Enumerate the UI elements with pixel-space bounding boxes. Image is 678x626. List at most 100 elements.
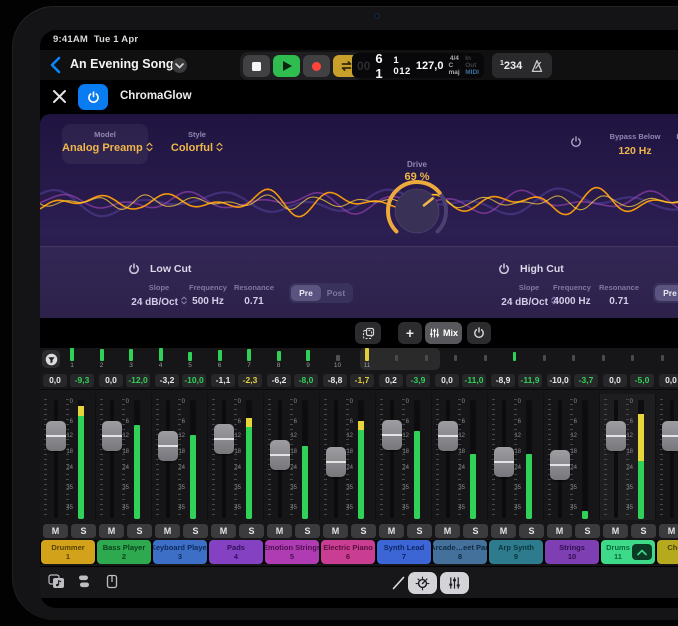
fader-value[interactable]: 0,0 bbox=[659, 374, 678, 387]
high-cut-pre-button[interactable]: Pre bbox=[655, 285, 678, 301]
pencil-icon[interactable] bbox=[390, 575, 406, 591]
fader-value[interactable]: -1,1 bbox=[211, 374, 235, 387]
fader-handle[interactable] bbox=[382, 420, 402, 450]
solo-button[interactable]: S bbox=[351, 524, 376, 538]
track-tab[interactable]: Keyboard Player3 bbox=[153, 540, 207, 564]
mute-button[interactable]: M bbox=[491, 524, 516, 538]
peak-value[interactable]: -9,3 bbox=[70, 374, 94, 387]
fader-value[interactable]: 0,0 bbox=[43, 374, 67, 387]
solo-button[interactable]: S bbox=[295, 524, 320, 538]
high-cut-frequency[interactable]: Frequency 4000 Hz bbox=[546, 283, 598, 307]
collapse-stack-button[interactable] bbox=[632, 544, 652, 560]
solo-button[interactable]: S bbox=[575, 524, 600, 538]
track-tab[interactable]: Strings10 bbox=[545, 540, 599, 564]
mute-button[interactable]: M bbox=[43, 524, 68, 538]
peak-value[interactable]: -3,7 bbox=[574, 374, 598, 387]
faders-view-button[interactable] bbox=[440, 572, 469, 594]
fader-handle[interactable] bbox=[214, 424, 234, 454]
stop-button[interactable] bbox=[243, 55, 270, 77]
mute-button[interactable]: M bbox=[379, 524, 404, 538]
level-control[interactable]: Level 0.0 bbox=[656, 132, 678, 157]
mute-button[interactable]: M bbox=[99, 524, 124, 538]
close-icon[interactable] bbox=[52, 89, 67, 104]
keyboard-button[interactable] bbox=[106, 574, 118, 594]
mute-button[interactable]: M bbox=[435, 524, 460, 538]
lcd-display[interactable]: 00 6 1 1 012 127,0 4/4 C maj In Out MIDI bbox=[352, 53, 484, 78]
record-button[interactable] bbox=[303, 55, 330, 77]
peak-value[interactable]: -11,9 bbox=[518, 374, 542, 387]
peak-value[interactable]: -11,0 bbox=[462, 374, 486, 387]
fader-handle[interactable] bbox=[606, 421, 626, 451]
fader-handle[interactable] bbox=[438, 421, 458, 451]
low-cut-pre-button[interactable]: Pre bbox=[291, 285, 321, 301]
mixer-power-button[interactable] bbox=[467, 322, 491, 344]
bypass-power-icon[interactable] bbox=[570, 136, 582, 148]
track-tab[interactable]: Bass Player2 bbox=[97, 540, 151, 564]
track-overview-strip[interactable]: 1234567891011 bbox=[40, 348, 678, 371]
browser-button[interactable] bbox=[48, 574, 65, 594]
track-tab[interactable]: Pads4 bbox=[209, 540, 263, 564]
solo-button[interactable]: S bbox=[127, 524, 152, 538]
filter-button[interactable] bbox=[42, 350, 60, 368]
track-tab[interactable]: Drummer1 bbox=[41, 540, 95, 564]
fader-value[interactable]: 0,0 bbox=[603, 374, 627, 387]
solo-button[interactable]: S bbox=[407, 524, 432, 538]
fader-value[interactable]: -6,2 bbox=[267, 374, 291, 387]
add-button[interactable]: + bbox=[398, 322, 422, 344]
fader-value[interactable]: -8,8 bbox=[323, 374, 347, 387]
low-cut-resonance[interactable]: Resonance 0.71 bbox=[228, 283, 280, 307]
mute-button[interactable]: M bbox=[547, 524, 572, 538]
peak-value[interactable]: -3,9 bbox=[406, 374, 430, 387]
track-tab[interactable]: Drums11 bbox=[601, 540, 655, 564]
fader-value[interactable]: 0,0 bbox=[435, 374, 459, 387]
fader-handle[interactable] bbox=[158, 431, 178, 461]
fader-handle[interactable] bbox=[550, 450, 570, 480]
track-tab[interactable]: Arcade…eet Pad8 bbox=[433, 540, 487, 564]
mute-button[interactable]: M bbox=[211, 524, 236, 538]
fader-handle[interactable] bbox=[46, 421, 66, 451]
style-select[interactable]: Style Colorful bbox=[162, 124, 232, 154]
fader-value[interactable]: 0,0 bbox=[99, 374, 123, 387]
fader-value[interactable]: -3,2 bbox=[155, 374, 179, 387]
low-cut-post-button[interactable]: Post bbox=[321, 285, 351, 301]
plugin-power-button[interactable] bbox=[78, 84, 108, 110]
solo-button[interactable]: S bbox=[71, 524, 96, 538]
song-title[interactable]: An Evening Song bbox=[70, 57, 173, 71]
track-tab[interactable]: Chorus V12 bbox=[657, 540, 678, 564]
mute-button[interactable]: M bbox=[267, 524, 292, 538]
model-select[interactable]: Model Analog Preamp bbox=[62, 124, 148, 164]
peak-value[interactable]: -8,0 bbox=[294, 374, 318, 387]
count-in-button[interactable]: 1234 bbox=[500, 60, 522, 72]
fader-handle[interactable] bbox=[326, 447, 346, 477]
high-cut-resonance[interactable]: Resonance 0.71 bbox=[593, 283, 645, 307]
peak-value[interactable]: -10,0 bbox=[182, 374, 206, 387]
peak-value[interactable]: -1,7 bbox=[350, 374, 374, 387]
mute-button[interactable]: M bbox=[155, 524, 180, 538]
peak-value[interactable]: -2,3 bbox=[238, 374, 262, 387]
solo-button[interactable]: S bbox=[519, 524, 544, 538]
fader-handle[interactable] bbox=[270, 440, 290, 470]
track-tab[interactable]: Synth Lead7 bbox=[377, 540, 431, 564]
peak-value[interactable]: -12,0 bbox=[126, 374, 150, 387]
mix-button[interactable]: Mix bbox=[425, 322, 462, 344]
solo-button[interactable]: S bbox=[631, 524, 656, 538]
mute-button[interactable]: M bbox=[603, 524, 628, 538]
song-menu-button[interactable] bbox=[172, 58, 187, 73]
play-button[interactable] bbox=[273, 55, 300, 77]
track-tab[interactable]: Arp Synth9 bbox=[489, 540, 543, 564]
fader-value[interactable]: -8,9 bbox=[491, 374, 515, 387]
channel-controls-button[interactable] bbox=[408, 572, 437, 594]
fader-value[interactable]: 0,2 bbox=[379, 374, 403, 387]
drive-knob[interactable] bbox=[379, 173, 455, 249]
high-cut-power-icon[interactable] bbox=[498, 263, 510, 275]
fader-handle[interactable] bbox=[662, 421, 678, 451]
solo-button[interactable]: S bbox=[183, 524, 208, 538]
fader-value[interactable]: -10,0 bbox=[547, 374, 571, 387]
fader-handle[interactable] bbox=[102, 421, 122, 451]
instruments-button[interactable] bbox=[77, 574, 91, 594]
mute-button[interactable]: M bbox=[659, 524, 678, 538]
mute-button[interactable]: M bbox=[323, 524, 348, 538]
track-tab[interactable]: Electric Piano6 bbox=[321, 540, 375, 564]
fader-handle[interactable] bbox=[494, 447, 514, 477]
peak-value[interactable]: -5,0 bbox=[630, 374, 654, 387]
